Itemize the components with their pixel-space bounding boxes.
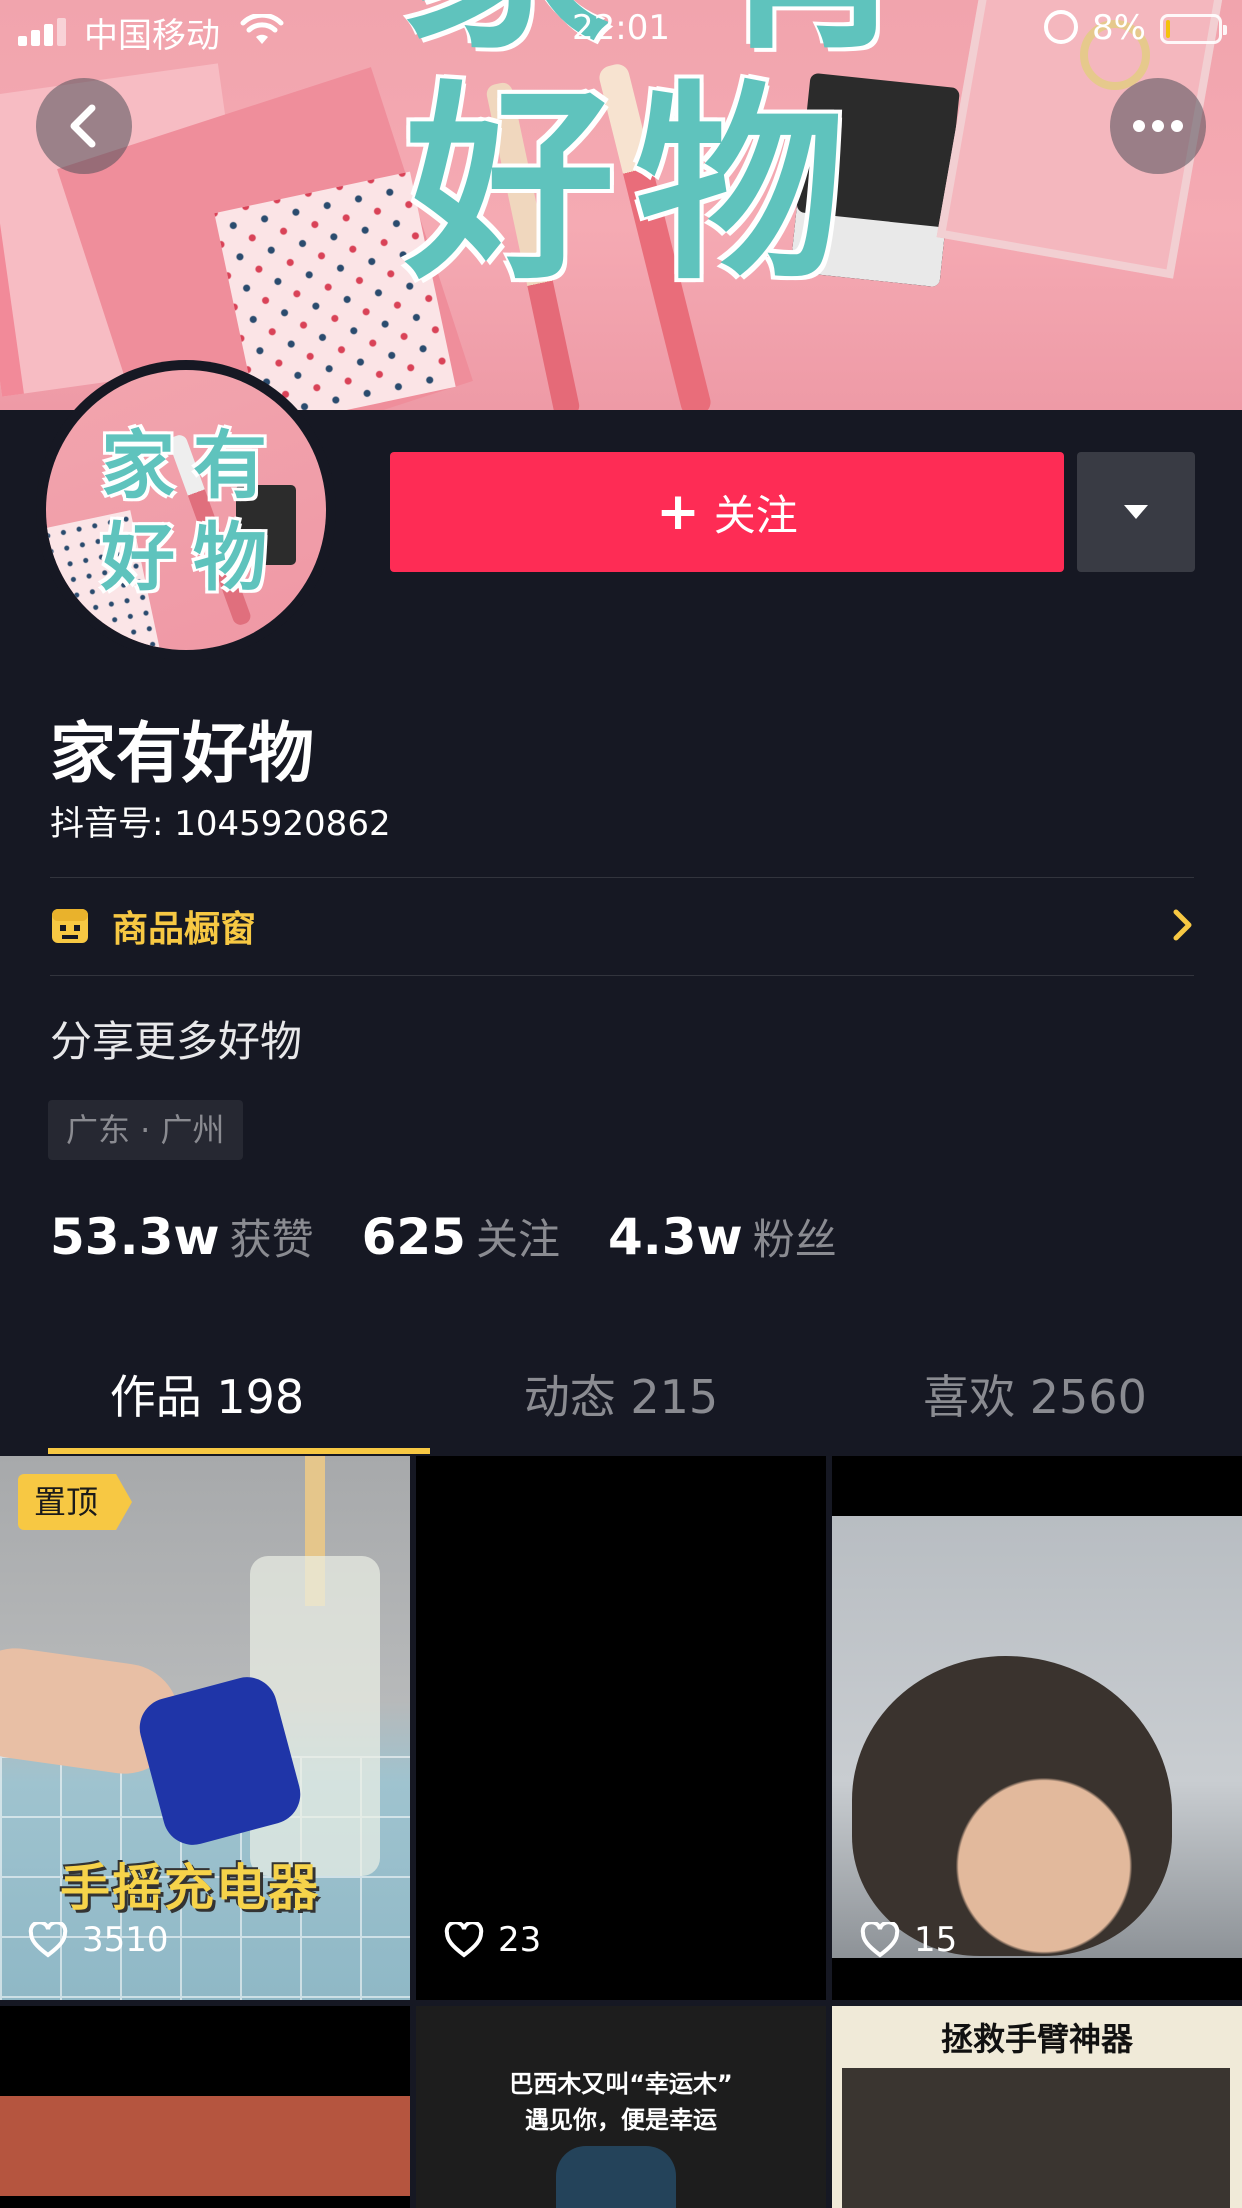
nickname: 家有好物 — [50, 715, 314, 792]
stat-label: 粉丝 — [752, 1215, 837, 1264]
stat-followers[interactable]: 4.3w 粉丝 — [608, 1206, 837, 1267]
back-button[interactable] — [36, 78, 132, 174]
stats-row: 53.3w 获赞 625 关注 4.3w 粉丝 — [50, 1206, 885, 1267]
like-count-value: 3510 — [82, 1920, 169, 1960]
battery-fill — [1166, 20, 1170, 38]
avatar-text: 家有好物 — [101, 423, 285, 601]
tab-dynamics[interactable]: 动态 215 — [414, 1340, 828, 1454]
more-options-button[interactable] — [1110, 78, 1206, 174]
content-tabs: 作品 198 动态 215 喜欢 2560 — [0, 1340, 1242, 1454]
like-count: 3510 — [28, 1920, 169, 1960]
avatar[interactable]: 家有好物 — [36, 360, 336, 660]
caret-down-icon — [1124, 505, 1148, 519]
tab-likes[interactable]: 喜欢 2560 — [828, 1340, 1242, 1454]
video-thumbnail[interactable]: 拯救手臂神器 — [832, 2006, 1242, 2208]
douyin-id: 抖音号: 1045920862 — [50, 804, 391, 844]
like-count-value: 15 — [914, 1920, 958, 1960]
plus-icon: + — [656, 482, 700, 542]
video-thumbnail[interactable]: 15 — [832, 1456, 1242, 2000]
stat-number: 625 — [361, 1208, 466, 1266]
battery-icon — [1160, 14, 1227, 44]
more-dots-icon — [1133, 120, 1183, 132]
heart-icon — [28, 1922, 68, 1958]
heart-icon — [860, 1922, 900, 1958]
stat-label: 获赞 — [229, 1215, 314, 1264]
divider — [50, 975, 1194, 976]
shop-window-row[interactable]: 商品橱窗 — [50, 878, 1194, 974]
battery-percent: 8% — [1092, 8, 1146, 48]
tab-works[interactable]: 作品 198 — [0, 1340, 414, 1454]
location-tag: 广东 · 广州 — [48, 1100, 243, 1160]
like-count-value: 23 — [498, 1920, 542, 1960]
follow-button[interactable]: + 关注 — [390, 452, 1064, 572]
like-count: 15 — [860, 1920, 957, 1960]
rotation-lock-icon — [1044, 10, 1078, 44]
pinned-badge: 置顶 — [18, 1474, 133, 1530]
status-bar: 中国移动 22:01 8% — [0, 0, 1242, 60]
video-caption: 手摇充电器 — [60, 1859, 320, 1917]
shop-icon — [52, 909, 88, 943]
cover-title: 好物 — [405, 61, 866, 308]
video-caption: 巴西木又叫“幸运木” — [509, 2070, 733, 2098]
video-thumbnail[interactable] — [0, 2006, 410, 2208]
video-caption: 遇见你，便是幸运 — [525, 2106, 717, 2134]
like-count: 23 — [444, 1920, 541, 1960]
active-tab-indicator — [48, 1448, 430, 1454]
video-thumbnail[interactable]: 23 — [416, 1456, 826, 2000]
stat-label: 关注 — [475, 1215, 560, 1264]
recommend-dropdown-button[interactable] — [1077, 452, 1195, 572]
shop-window-label: 商品橱窗 — [112, 909, 257, 950]
bio: 分享更多好物 — [50, 1017, 303, 1066]
heart-icon — [444, 1922, 484, 1958]
stat-following[interactable]: 625 关注 — [362, 1206, 560, 1267]
follow-label: 关注 — [713, 490, 798, 540]
video-thumbnail[interactable]: 巴西木又叫“幸运木” 遇见你，便是幸运 — [416, 2006, 826, 2208]
stat-number: 4.3w — [607, 1208, 743, 1266]
stat-number: 53.3w — [50, 1208, 220, 1266]
video-caption: 拯救手臂神器 — [940, 2020, 1133, 2058]
chevron-right-icon — [1173, 909, 1192, 941]
cover-banner: 家有 好物 — [0, 0, 1242, 410]
chevron-left-icon — [70, 104, 96, 148]
video-thumbnail[interactable]: 手摇充电器 置顶 3510 — [0, 1456, 410, 2000]
stat-likes[interactable]: 53.3w 获赞 — [50, 1206, 314, 1267]
